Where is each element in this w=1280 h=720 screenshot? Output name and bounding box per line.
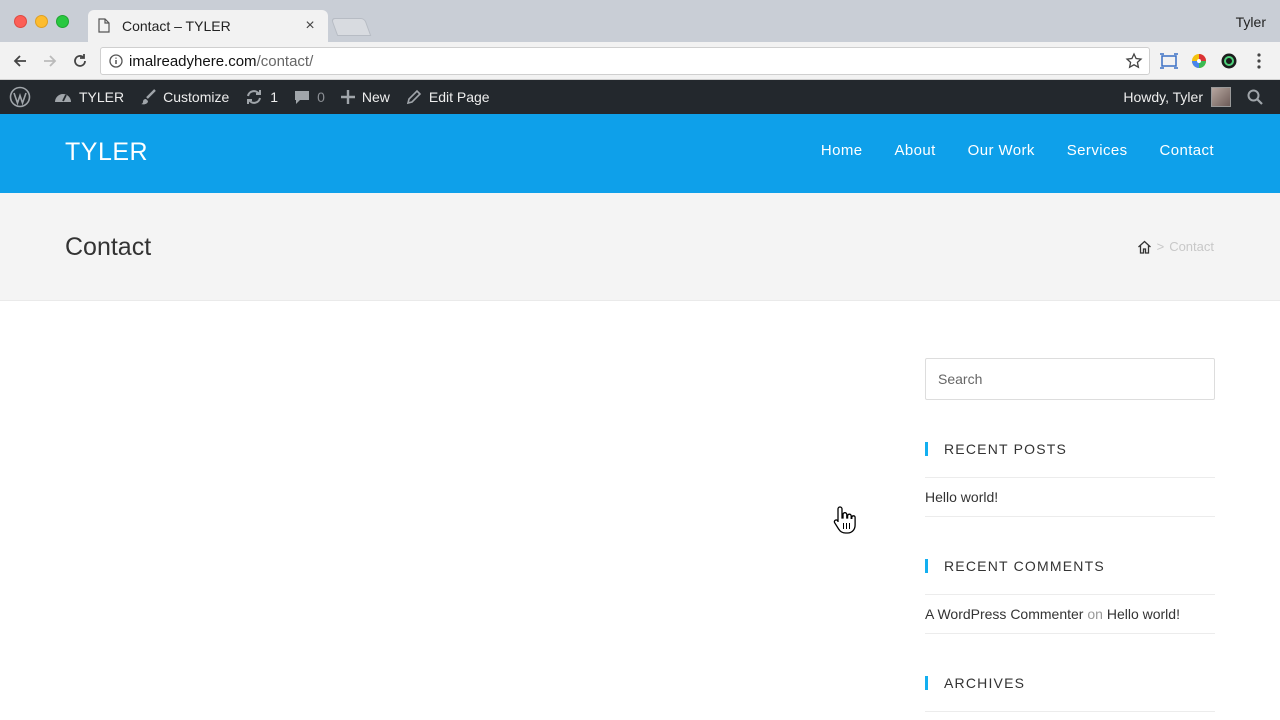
new-content-link[interactable]: New <box>333 80 398 114</box>
sidebar-search-input[interactable] <box>925 358 1215 400</box>
new-label: New <box>361 89 390 105</box>
back-arrow-icon[interactable] <box>10 51 30 71</box>
avatar <box>1211 87 1231 107</box>
site-logo[interactable]: TYLER <box>65 138 148 167</box>
my-account-menu[interactable]: Howdy, Tyler <box>1115 80 1239 114</box>
main-navigation: Home About Our Work Services Contact <box>789 142 1214 159</box>
browser-toolbar: imalreadyhere.com/contact/ <box>0 42 1280 80</box>
recent-post-link[interactable]: Hello world! <box>925 489 998 505</box>
updates-icon <box>247 90 262 104</box>
url-path: /contact/ <box>256 52 314 70</box>
comments-count: 0 <box>317 89 325 105</box>
comment-author-link[interactable]: A WordPress Commenter <box>925 606 1083 622</box>
page-icon <box>98 18 112 34</box>
new-tab-button[interactable] <box>330 18 372 36</box>
admin-search-icon[interactable] <box>1239 80 1280 114</box>
wp-admin-bar: TYLER Customize 1 0 New Edit Page Howdy,… <box>0 80 1280 114</box>
breadcrumb: > Contact <box>1137 239 1214 254</box>
pencil-icon <box>406 89 422 105</box>
page-header: Contact > Contact <box>0 193 1280 301</box>
recent-posts-title: RECENT POSTS <box>925 442 1067 456</box>
breadcrumb-separator: > <box>1156 239 1165 254</box>
howdy-label: Howdy, Tyler <box>1123 89 1203 105</box>
browser-profile-name[interactable]: Tyler <box>1236 14 1266 30</box>
customize-link[interactable]: Customize <box>132 80 237 114</box>
maximize-window-button[interactable] <box>56 15 69 28</box>
nav-services[interactable]: Services <box>1067 142 1128 159</box>
tab-close-icon[interactable]: × <box>302 18 318 34</box>
customize-label: Customize <box>163 89 230 105</box>
breadcrumb-current: Contact <box>1169 239 1214 254</box>
plus-icon <box>340 90 355 104</box>
nav-contact[interactable]: Contact <box>1160 142 1215 159</box>
nav-our-work[interactable]: Our Work <box>968 142 1035 159</box>
divider <box>925 594 1215 595</box>
screen-capture-icon[interactable] <box>1160 52 1178 70</box>
recent-comment-item: A WordPress Commenter on Hello world! <box>925 606 1180 622</box>
extension-circle-icon[interactable] <box>1220 52 1238 70</box>
browser-menu-icon[interactable] <box>1250 52 1268 70</box>
divider <box>925 477 1215 478</box>
hand-cursor-icon <box>833 505 857 535</box>
admin-site-name-label: TYLER <box>79 89 125 105</box>
page-title: Contact <box>65 233 152 261</box>
nav-home[interactable]: Home <box>821 142 863 159</box>
updates-link[interactable]: 1 <box>237 80 286 114</box>
archives-title: ARCHIVES <box>925 676 1025 690</box>
edit-page-link[interactable]: Edit Page <box>398 80 498 114</box>
dashboard-icon <box>55 94 71 102</box>
admin-site-name[interactable]: TYLER <box>46 80 132 114</box>
url-host: imalreadyhere.com <box>129 52 257 70</box>
edit-page-label: Edit Page <box>428 89 490 105</box>
divider <box>925 516 1215 517</box>
bookmark-star-icon[interactable] <box>1125 52 1143 70</box>
info-icon[interactable] <box>109 54 123 68</box>
site-header: TYLER Home About Our Work Services Conta… <box>0 114 1280 193</box>
comments-link[interactable]: 0 <box>286 80 333 114</box>
recent-comments-title: RECENT COMMENTS <box>925 559 1105 573</box>
address-bar[interactable]: imalreadyhere.com/contact/ <box>100 47 1150 75</box>
paintbrush-icon <box>141 89 156 105</box>
comment-on-label: on <box>1087 606 1103 622</box>
divider <box>925 711 1215 712</box>
minimize-window-button[interactable] <box>35 15 48 28</box>
divider <box>925 633 1215 634</box>
browser-tab-active[interactable]: Contact – TYLER × <box>88 10 328 42</box>
tab-title: Contact – TYLER <box>122 18 231 34</box>
wordpress-logo-icon[interactable] <box>0 80 46 114</box>
updates-count: 1 <box>270 89 279 105</box>
browser-tab-strip: Contact – TYLER × Tyler <box>0 0 1280 42</box>
forward-arrow-icon[interactable] <box>40 51 60 71</box>
reload-icon[interactable] <box>70 51 90 71</box>
nav-about[interactable]: About <box>894 142 935 159</box>
admin-bar-right: Howdy, Tyler <box>1115 80 1280 114</box>
comment-post-link[interactable]: Hello world! <box>1107 606 1180 622</box>
comment-bubble-icon <box>295 90 310 104</box>
close-window-button[interactable] <box>14 15 27 28</box>
color-picker-icon[interactable] <box>1190 52 1208 70</box>
home-icon[interactable] <box>1137 240 1152 254</box>
